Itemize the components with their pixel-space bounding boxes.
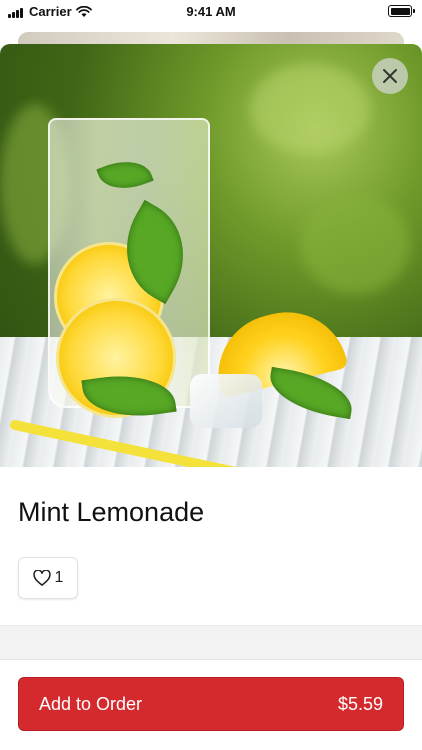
item-title: Mint Lemonade [18,497,205,527]
add-to-order-button[interactable]: Add to Order $5.59 [18,677,404,731]
heart-icon [32,570,51,586]
battery-icon [388,5,415,17]
order-price: $5.59 [337,693,383,714]
close-icon [383,69,397,83]
section-divider [0,625,422,659]
like-count: 1 [54,569,64,586]
item-photo [0,44,422,467]
status-time: 9:41 AM [186,4,236,19]
like-button[interactable]: 1 [18,557,78,599]
status-bar: Carrier 9:41 AM [0,0,422,24]
close-button[interactable] [372,58,408,94]
add-to-order-label: Add to Order [39,693,143,714]
